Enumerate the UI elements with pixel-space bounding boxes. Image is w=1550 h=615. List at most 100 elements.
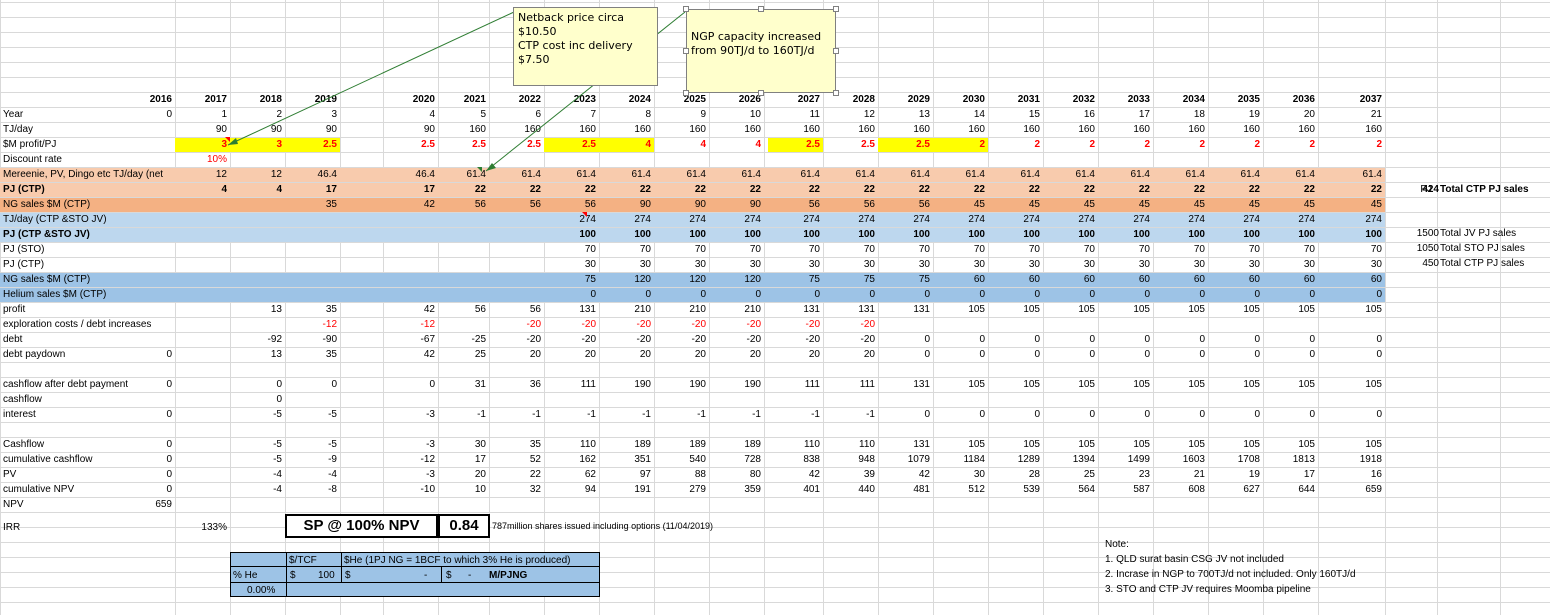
- data-cell[interactable]: [988, 392, 1043, 407]
- data-cell[interactable]: 22: [823, 182, 878, 197]
- data-cell[interactable]: 30: [1330, 257, 1385, 272]
- data-cell[interactable]: [988, 362, 1043, 377]
- data-cell[interactable]: 94: [544, 482, 599, 497]
- data-cell[interactable]: [823, 152, 878, 167]
- data-cell[interactable]: 10: [434, 482, 489, 497]
- data-cell[interactable]: [120, 317, 175, 332]
- year-header[interactable]: 2037: [1330, 92, 1385, 107]
- data-cell[interactable]: 0: [120, 377, 175, 392]
- data-cell[interactable]: -90: [285, 332, 340, 347]
- data-cell[interactable]: 20: [489, 347, 544, 362]
- data-cell[interactable]: [1043, 362, 1098, 377]
- data-cell[interactable]: 274: [768, 212, 823, 227]
- data-cell[interactable]: 61.4: [599, 167, 654, 182]
- data-cell[interactable]: [1330, 152, 1385, 167]
- data-cell[interactable]: 274: [1153, 212, 1208, 227]
- year-header[interactable]: 2035: [1208, 92, 1263, 107]
- data-cell[interactable]: 4: [230, 182, 285, 197]
- data-cell[interactable]: 30: [1153, 257, 1208, 272]
- data-cell[interactable]: 105: [1208, 437, 1263, 452]
- data-cell[interactable]: [285, 257, 340, 272]
- data-cell[interactable]: 22: [1098, 182, 1153, 197]
- data-cell[interactable]: 70: [768, 242, 823, 257]
- ctp-total-label[interactable]: Total CTP PJ sales: [1437, 182, 1550, 197]
- data-cell[interactable]: 45: [933, 197, 988, 212]
- data-cell[interactable]: 30: [434, 437, 489, 452]
- data-cell[interactable]: 0: [1263, 347, 1318, 362]
- data-cell[interactable]: 1499: [1098, 452, 1153, 467]
- data-cell[interactable]: 22: [434, 182, 489, 197]
- data-cell[interactable]: [933, 152, 988, 167]
- data-cell[interactable]: 70: [1208, 242, 1263, 257]
- data-cell[interactable]: [1208, 317, 1263, 332]
- data-cell[interactable]: 45: [1043, 197, 1098, 212]
- he-dollar-2[interactable]: $: [345, 569, 351, 582]
- data-cell[interactable]: 22: [489, 467, 544, 482]
- data-cell[interactable]: -20: [489, 317, 544, 332]
- he-pct-value[interactable]: 0.00%: [247, 584, 275, 597]
- data-cell[interactable]: -10: [383, 482, 438, 497]
- data-cell[interactable]: 160: [1153, 122, 1208, 137]
- data-cell[interactable]: 210: [654, 302, 709, 317]
- data-cell[interactable]: 105: [1263, 377, 1318, 392]
- data-cell[interactable]: 70: [654, 242, 709, 257]
- data-cell[interactable]: 948: [823, 452, 878, 467]
- data-cell[interactable]: [175, 497, 230, 512]
- ctp-total-value[interactable]: 424: [1385, 182, 1442, 197]
- data-cell[interactable]: -67: [383, 332, 438, 347]
- data-cell[interactable]: -1: [544, 407, 599, 422]
- data-cell[interactable]: 120: [709, 272, 764, 287]
- data-cell[interactable]: -1: [823, 407, 878, 422]
- data-cell[interactable]: -5: [230, 407, 285, 422]
- data-cell[interactable]: 0: [1263, 407, 1318, 422]
- data-cell[interactable]: 105: [988, 302, 1043, 317]
- data-cell[interactable]: [285, 422, 340, 437]
- resize-handle-icon[interactable]: [683, 90, 689, 96]
- data-cell[interactable]: 189: [654, 437, 709, 452]
- data-cell[interactable]: 105: [933, 302, 988, 317]
- data-cell[interactable]: 160: [988, 122, 1043, 137]
- data-cell[interactable]: [878, 392, 933, 407]
- data-cell[interactable]: [933, 392, 988, 407]
- data-cell[interactable]: 274: [1043, 212, 1098, 227]
- data-cell[interactable]: [285, 212, 340, 227]
- data-cell[interactable]: 61.4: [933, 167, 988, 182]
- year-header[interactable]: 2022: [489, 92, 544, 107]
- data-cell[interactable]: [878, 317, 933, 332]
- data-cell[interactable]: [1208, 422, 1263, 437]
- data-cell[interactable]: [1153, 152, 1208, 167]
- resize-handle-icon[interactable]: [833, 48, 839, 54]
- data-cell[interactable]: 160: [933, 122, 988, 137]
- data-cell[interactable]: [120, 422, 175, 437]
- data-cell[interactable]: 100: [1330, 227, 1385, 242]
- data-cell[interactable]: [230, 152, 285, 167]
- data-cell[interactable]: 0: [1330, 407, 1385, 422]
- data-cell[interactable]: [285, 287, 340, 302]
- data-cell[interactable]: 0: [878, 287, 933, 302]
- data-cell[interactable]: 274: [1330, 212, 1385, 227]
- data-cell[interactable]: 5: [434, 107, 489, 122]
- data-cell[interactable]: 60: [1208, 272, 1263, 287]
- data-cell[interactable]: 0: [1330, 332, 1385, 347]
- data-cell[interactable]: 70: [1330, 242, 1385, 257]
- ctp2-total-label[interactable]: Total CTP PJ sales: [1437, 256, 1550, 271]
- data-cell[interactable]: [175, 392, 230, 407]
- resize-handle-icon[interactable]: [683, 48, 689, 54]
- data-cell[interactable]: 0: [654, 287, 709, 302]
- data-cell[interactable]: 2: [1330, 137, 1385, 152]
- data-cell[interactable]: 210: [599, 302, 654, 317]
- data-cell[interactable]: 100: [933, 227, 988, 242]
- data-cell[interactable]: [383, 497, 438, 512]
- data-cell[interactable]: [120, 287, 175, 302]
- data-cell[interactable]: [1263, 362, 1318, 377]
- data-cell[interactable]: [120, 152, 175, 167]
- data-cell[interactable]: -9: [285, 452, 340, 467]
- data-cell[interactable]: 279: [654, 482, 709, 497]
- data-cell[interactable]: 0: [1043, 332, 1098, 347]
- year-header[interactable]: 2029: [878, 92, 933, 107]
- data-cell[interactable]: 30: [654, 257, 709, 272]
- data-cell[interactable]: 20: [434, 467, 489, 482]
- data-cell[interactable]: 46.4: [383, 167, 438, 182]
- data-cell[interactable]: 0: [1208, 287, 1263, 302]
- data-cell[interactable]: 61.4: [988, 167, 1043, 182]
